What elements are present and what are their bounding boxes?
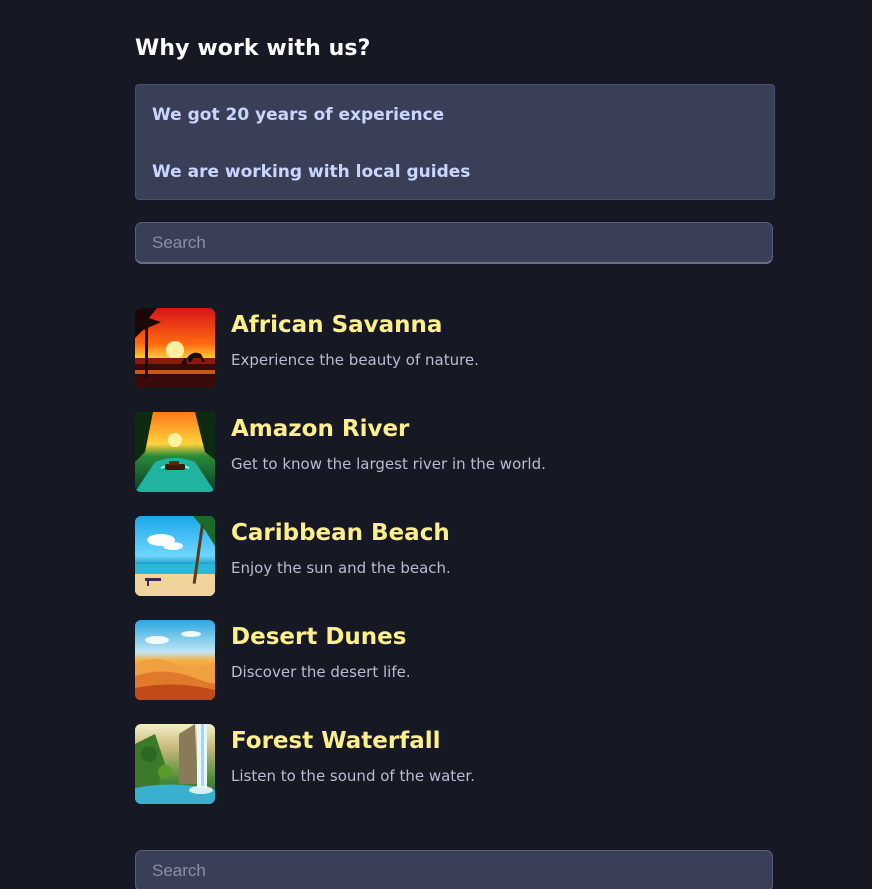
- jungle-river-image: [135, 412, 215, 492]
- destination-item-amazon-river[interactable]: Amazon River Get to know the largest riv…: [135, 412, 775, 492]
- destination-item-forest-waterfall[interactable]: Forest Waterfall Listen to the sound of …: [135, 724, 775, 804]
- why-item-local-guides: We are working with local guides: [152, 162, 471, 182]
- destination-description: Discover the desert life.: [231, 663, 411, 681]
- destination-description: Enjoy the sun and the beach.: [231, 559, 451, 577]
- why-item-experience: We got 20 years of experience: [152, 105, 445, 125]
- destination-title: African Savanna: [231, 312, 443, 338]
- why-work-with-us-panel: We got 20 years of experience We are wor…: [135, 84, 775, 200]
- destination-description: Listen to the sound of the water.: [231, 767, 475, 785]
- destination-title: Caribbean Beach: [231, 520, 450, 546]
- destination-item-african-savanna[interactable]: African Savanna Experience the beauty of…: [135, 308, 775, 388]
- destination-description: Get to know the largest river in the wor…: [231, 455, 546, 473]
- destination-title: Amazon River: [231, 416, 410, 442]
- destination-list: African Savanna Experience the beauty of…: [135, 308, 775, 828]
- destination-item-caribbean-beach[interactable]: Caribbean Beach Enjoy the sun and the be…: [135, 516, 775, 596]
- destination-item-desert-dunes[interactable]: Desert Dunes Discover the desert life.: [135, 620, 775, 700]
- destination-title: Desert Dunes: [231, 624, 407, 650]
- savanna-sunset-image: [135, 308, 215, 388]
- destination-title: Forest Waterfall: [231, 728, 441, 754]
- search-input-top[interactable]: [135, 222, 773, 264]
- desert-dunes-image: [135, 620, 215, 700]
- destination-description: Experience the beauty of nature.: [231, 351, 479, 369]
- why-work-with-us-heading: Why work with us?: [135, 36, 371, 61]
- tropical-beach-image: [135, 516, 215, 596]
- forest-waterfall-image: [135, 724, 215, 804]
- search-input-bottom[interactable]: [135, 850, 773, 889]
